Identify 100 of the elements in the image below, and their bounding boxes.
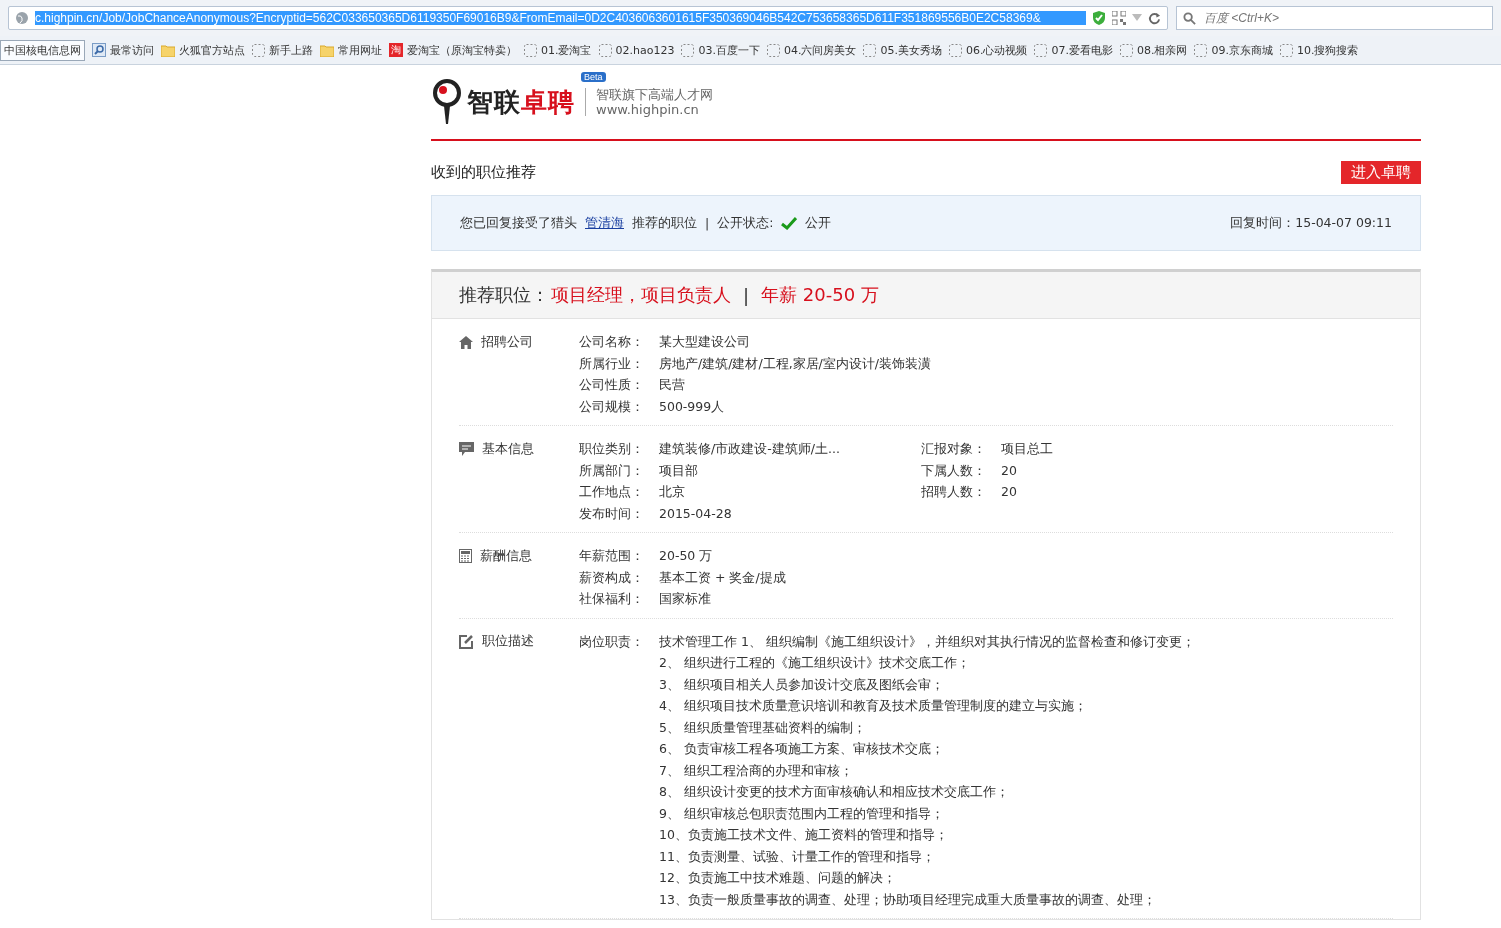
notice-text: 推荐的职位 <box>632 214 697 232</box>
section-title: 招聘公司 <box>481 333 533 351</box>
status-label: 公开状态: <box>717 214 774 232</box>
section-title: 薪酬信息 <box>480 547 532 565</box>
job-label: 推荐职位： <box>459 283 549 307</box>
section-title: 职位描述 <box>482 633 534 650</box>
speech-bubble-icon <box>459 442 474 456</box>
field-value: 500-999人 <box>659 397 725 416</box>
field-label: 公司名称： <box>579 333 645 351</box>
field-label: 招聘人数： <box>921 483 987 501</box>
bookmark-link[interactable]: 04.六间房美女 <box>783 42 857 58</box>
bookmark-link[interactable]: 10.搜狗搜索 <box>1296 42 1359 58</box>
enter-button[interactable]: 进入卓聘 <box>1341 160 1421 184</box>
field-value: 民营 <box>659 376 685 394</box>
job-title: 项目经理，项目负责人 <box>551 283 731 307</box>
blank-page-icon <box>1279 43 1293 57</box>
blank-page-icon <box>863 43 877 57</box>
blank-page-icon <box>1119 43 1133 57</box>
field-label: 下属人数： <box>921 461 987 480</box>
duty-item: 12、负责施工中技术难题、问题的解决； <box>659 869 897 887</box>
job-salary: 年薪 20-50 万 <box>761 283 879 307</box>
notice-text: 您已回复接受了猎头 <box>460 214 577 232</box>
bookmark-link[interactable]: 03.百度一下 <box>698 42 760 58</box>
field-label: 岗位职责： <box>579 632 645 651</box>
duty-item: 10、负责施工技术文件、施工资料的管理和指导； <box>659 826 949 844</box>
field-label: 发布时间： <box>579 504 645 523</box>
field-value: 20-50 万 <box>659 547 713 565</box>
edit-icon <box>459 634 474 649</box>
field-value: 建筑装修/市政建设-建筑师/土... <box>659 440 840 458</box>
blank-page-icon <box>252 43 265 57</box>
field-value: 北京 <box>659 483 685 501</box>
field-label: 所属行业： <box>579 354 645 373</box>
field-label: 汇报对象： <box>921 440 987 458</box>
field-value: 20 <box>1001 461 1017 480</box>
search-icon <box>1183 11 1196 25</box>
field-value: 2015-04-28 <box>659 504 732 523</box>
page-title: 收到的职位推荐 <box>431 162 536 182</box>
blank-page-icon <box>1034 43 1048 57</box>
field-value: 项目总工 <box>1001 440 1053 458</box>
field-label: 工作地点： <box>579 483 645 501</box>
magnifier-logo-icon <box>431 78 463 126</box>
logo-wordmark: 智联卓聘 <box>467 85 575 119</box>
field-label: 公司规模： <box>579 397 645 416</box>
duty-item: 7、 组织工程洽商的办理和审核； <box>659 761 854 780</box>
folder-icon <box>161 43 175 57</box>
field-label: 薪资构成： <box>579 568 645 587</box>
search-field[interactable]: 百度 <Ctrl+K> <box>1176 6 1493 30</box>
bookmark-link[interactable]: 最常访问 <box>110 42 154 58</box>
duty-item: 3、 组织项目相关人员参加设计交底及图纸会审； <box>659 675 945 694</box>
bookmark-button[interactable]: 中国核电信息网 <box>0 39 85 61</box>
url-text: c.highpin.cn/Job/JobChanceAnonymous?Encryptid=562C033650365D6119350F69016B9&FromEmail=0D2C4036063601615F350369046B542C753658365D611F351869556B0E2C58369& <box>35 11 1086 25</box>
blank-page-icon <box>681 43 695 57</box>
duty-item: 8、 组织设计变更的技术方面审核确认和相应技术交底工作； <box>659 783 1010 801</box>
section-title: 基本信息 <box>482 440 534 458</box>
bookmark-link[interactable]: 01.爱淘宝 <box>541 42 592 58</box>
field-value: 国家标准 <box>659 590 711 608</box>
duty-item: 6、 负责审核工程各项施工方案、审核技术交底； <box>659 740 945 758</box>
logo-site: www.highpin.cn <box>596 102 700 117</box>
duty-item: 4、 组织项目技术质量意识培训和教育及技术质量管理制度的建立与实施； <box>659 697 1088 715</box>
field-label: 所属部门： <box>579 461 645 480</box>
blank-page-icon <box>598 43 612 57</box>
bookmark-link[interactable]: 爱淘宝（原淘宝特卖） <box>407 42 517 58</box>
bookmark-link[interactable]: 02.hao123 <box>615 43 675 57</box>
field-value: 某大型建设公司 <box>659 333 750 351</box>
field-value: 基本工资 + 奖金/提成 <box>659 568 786 587</box>
beta-badge: Beta <box>581 72 606 82</box>
blank-page-icon <box>948 43 962 57</box>
blank-page-icon <box>524 43 537 57</box>
field-label: 年薪范围： <box>579 547 645 565</box>
field-value: 项目部 <box>659 461 698 480</box>
separator-text: | <box>743 284 750 306</box>
bookmark-link[interactable]: 07.爱看电影 <box>1051 42 1113 58</box>
separator-text: | <box>705 215 710 231</box>
duty-item: 2、 组织进行工程的《施工组织设计》技术交底工作； <box>659 654 971 672</box>
field-value: 20 <box>1001 483 1017 501</box>
bookmark-link[interactable]: 常用网址 <box>338 42 382 58</box>
blank-page-icon <box>766 43 780 57</box>
field-value: 房地产/建筑/建材/工程,家居/室内设计/装饰装潢 <box>659 354 932 373</box>
duty-item: 13、负责一般质量事故的调查、处理；协助项目经理完成重大质量事故的调查、处理； <box>659 890 1157 909</box>
bookmark-link[interactable]: 09.京东商城 <box>1211 42 1273 58</box>
logo-tagline: 智联旗下高端人才网 <box>596 87 713 102</box>
duty-item: 11、负责测量、试验、计量工作的管理和指导； <box>659 847 936 866</box>
globe-icon <box>15 11 29 25</box>
shield-icon[interactable] <box>1092 10 1106 26</box>
reply-time: 回复时间：15-04-07 09:11 <box>1230 214 1392 232</box>
bookmark-link[interactable]: 火狐官方站点 <box>179 42 245 58</box>
folder-icon <box>320 43 334 57</box>
search-page-icon <box>92 43 106 57</box>
duty-item: 5、 组织质量管理基础资料的编制； <box>659 718 867 737</box>
bookmark-link[interactable]: 05.美女秀场 <box>880 42 942 58</box>
bookmark-link[interactable]: 08.相亲网 <box>1136 42 1188 58</box>
calculator-icon <box>459 549 472 563</box>
qr-code-icon[interactable] <box>1112 11 1126 25</box>
reload-icon[interactable] <box>1148 11 1161 25</box>
bookmark-link[interactable]: 06.心动视频 <box>965 42 1028 58</box>
field-label: 社保福利： <box>579 590 645 608</box>
bookmark-link[interactable]: 新手上路 <box>269 42 313 58</box>
hunter-link[interactable]: 管清海 <box>585 214 624 232</box>
field-label: 职位类别： <box>579 440 645 458</box>
house-icon <box>459 335 473 349</box>
